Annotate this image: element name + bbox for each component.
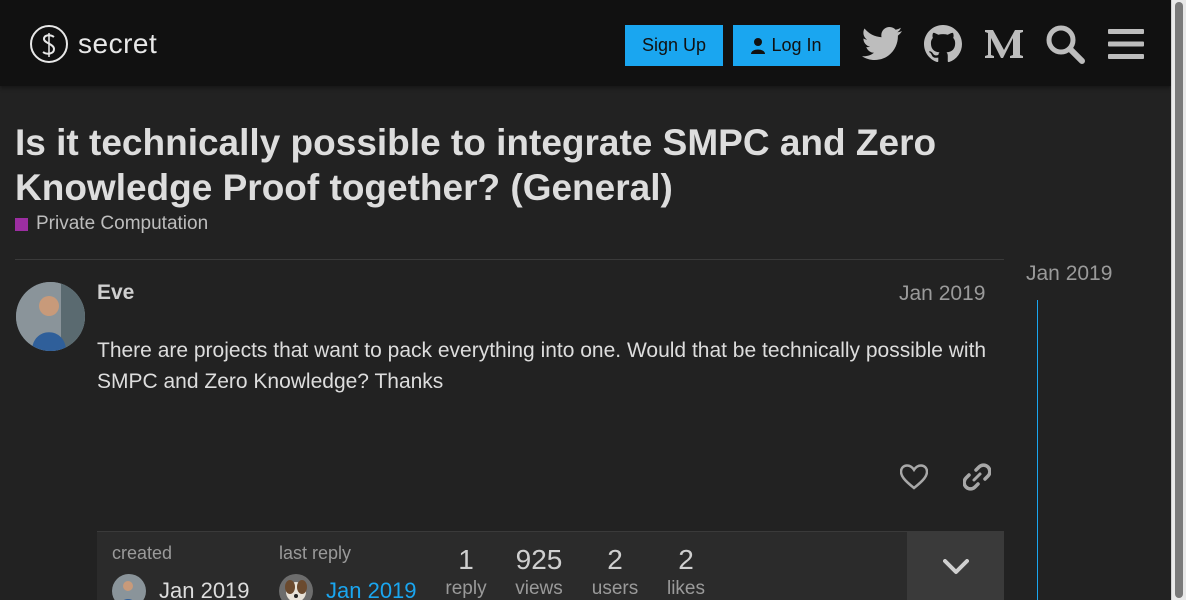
stat-number: 925 [515,544,563,575]
stat-label: likes [666,578,705,599]
last-reply-label: last reply [279,543,352,563]
twitter-icon[interactable] [860,22,904,66]
divider [15,259,1004,260]
topic-map: created Jan 2019 last reply Jan 2019 1 r… [97,531,1004,600]
log-in-button[interactable]: Log In [733,25,840,66]
last-reply-info[interactable]: Jan 2019 [279,574,417,600]
author-avatar[interactable] [16,282,85,351]
created-date: Jan 2019 [159,578,250,600]
scrollbar-thumb[interactable] [1175,2,1183,598]
medium-icon[interactable] [982,22,1026,66]
share-link-button[interactable] [957,457,997,497]
post-body: There are projects that want to pack eve… [97,339,987,393]
creator-avatar [112,574,146,600]
created-label: created [112,543,173,563]
stat-views: 925 views [509,544,569,600]
post-author[interactable]: Eve [97,281,134,305]
sign-up-button[interactable]: Sign Up [625,25,723,66]
link-icon [963,463,991,491]
stat-label: reply [445,578,487,599]
post-date[interactable]: Jan 2019 [899,282,985,306]
page-scrollbar[interactable] [1171,0,1186,600]
search-icon[interactable] [1043,22,1087,66]
stat-label: views [515,578,563,599]
logo-text: secret [78,28,158,59]
expand-topic-map-button[interactable] [907,532,1004,600]
stat-label: users [591,578,639,599]
category-color-swatch [15,217,28,231]
site-header: secret Sign Up Log In [0,0,1171,86]
category-label: Private Computation [36,213,209,234]
user-icon [751,37,766,54]
hamburger-menu-icon[interactable] [1104,22,1148,66]
heart-icon [900,464,928,490]
stat-number: 2 [607,544,623,575]
stat-number: 1 [458,544,474,575]
stat-users: 2 users [587,544,643,600]
timeline-date[interactable]: Jan 2019 [1026,262,1112,286]
stat-number: 2 [678,544,694,575]
topic-title[interactable]: Is it technically possible to integrate … [15,120,1015,210]
created-info[interactable]: Jan 2019 [112,574,250,600]
log-in-label: Log In [771,35,822,55]
category-badge[interactable]: Private Computation [15,213,208,235]
github-icon[interactable] [921,22,965,66]
logo-icon [30,25,68,63]
timeline-scroll-track[interactable] [1037,300,1038,600]
chevron-down-icon [942,558,969,574]
stat-likes: 2 likes [661,544,711,600]
site-logo[interactable]: secret [30,25,157,63]
last-reply-date: Jan 2019 [326,578,417,600]
like-button[interactable] [894,457,934,497]
last-replier-avatar [279,574,313,600]
stat-replies: 1 reply [441,544,491,600]
